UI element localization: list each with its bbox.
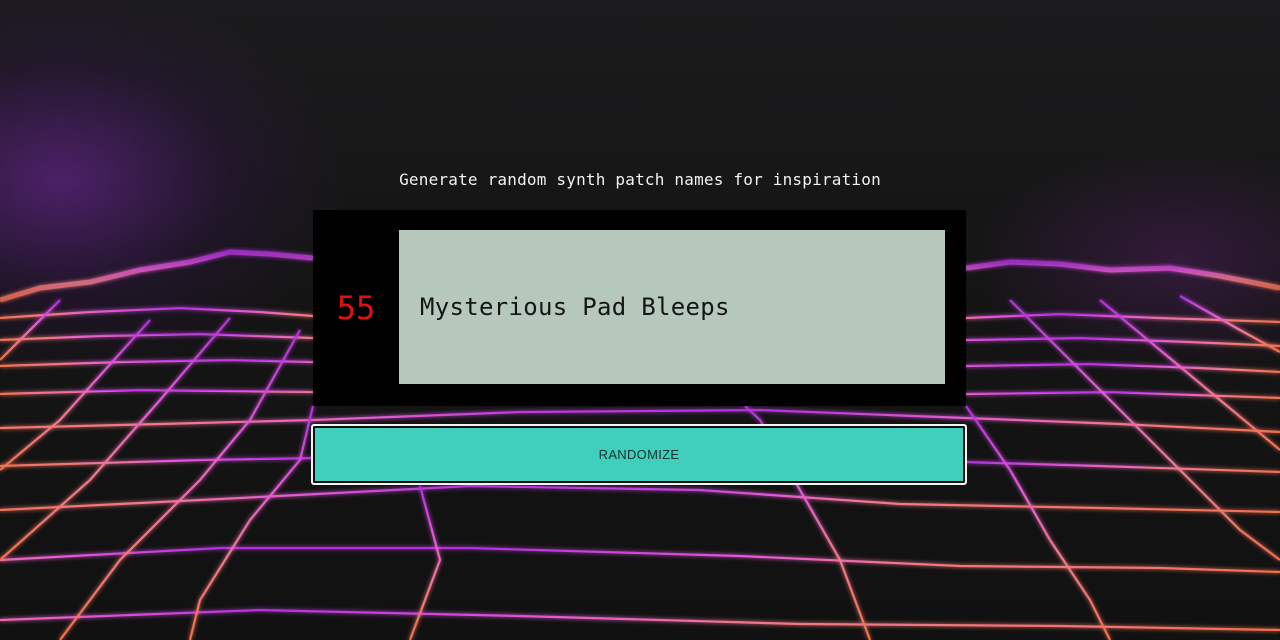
patch-display: 55 Mysterious Pad Bleeps [313, 210, 966, 406]
patch-counter: 55 [336, 289, 376, 327]
tagline: Generate random synth patch names for in… [399, 170, 881, 189]
patch-name-screen: Mysterious Pad Bleeps [399, 230, 945, 384]
page: Generate random synth patch names for in… [0, 0, 1280, 640]
patch-name: Mysterious Pad Bleeps [420, 293, 730, 321]
randomize-button[interactable]: RANDOMIZE [311, 424, 967, 485]
